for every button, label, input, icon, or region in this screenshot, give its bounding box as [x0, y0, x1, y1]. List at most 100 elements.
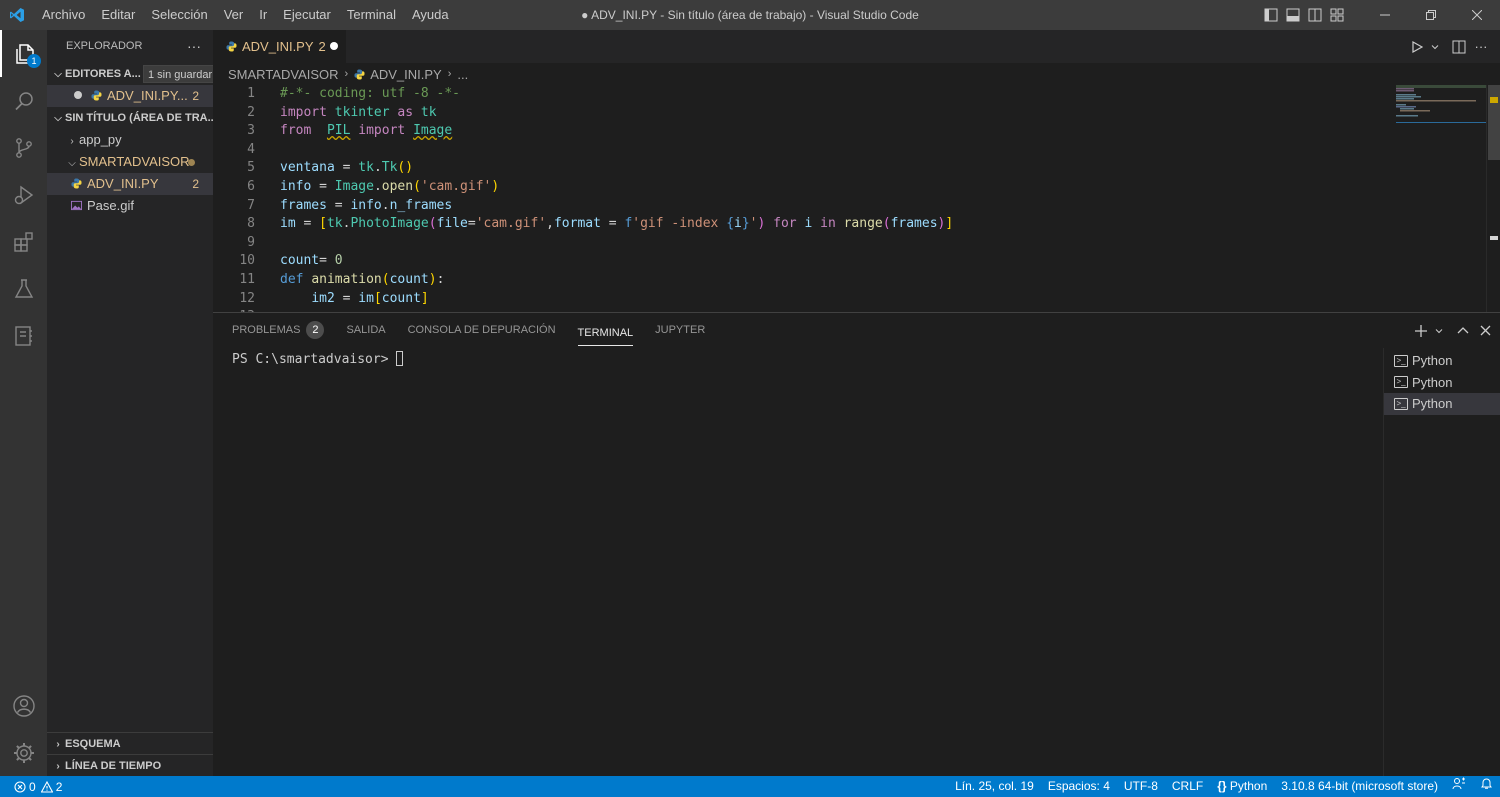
- run-python-button[interactable]: [1406, 30, 1428, 63]
- testing-button[interactable]: [0, 265, 47, 312]
- terminal-name: Python: [1412, 353, 1453, 368]
- cursor-position[interactable]: Lín. 25, col. 19: [948, 776, 1041, 797]
- search-icon: [14, 91, 33, 110]
- chevron-down-icon: ⌵: [54, 69, 62, 80]
- status-right: Lín. 25, col. 19 Espacios: 4 UTF-8 CRLF …: [948, 776, 1500, 797]
- close-window-button[interactable]: [1454, 0, 1500, 30]
- tab-debug-console[interactable]: CONSOLA DE DEPURACIÓN: [408, 313, 556, 348]
- split-editor-button[interactable]: [1448, 30, 1470, 63]
- open-editor-item[interactable]: ADV_INI.PY... 2: [47, 85, 213, 107]
- outline-section[interactable]: › ESQUEMA: [47, 732, 213, 755]
- explorer-sidebar: EXPLORADOR ··· ⌵ EDITORES A... 1 sin guar…: [47, 30, 213, 776]
- line-number: 10: [239, 253, 255, 269]
- maximize-panel-button[interactable]: [1452, 313, 1474, 348]
- breadcrumb-file[interactable]: ADV_INI.PY: [370, 67, 442, 82]
- tree-folder-smartadvaisor[interactable]: ⌵ SMARTADVAISOR: [47, 151, 213, 173]
- toggle-primary-sidebar-button[interactable]: [1260, 0, 1282, 30]
- menu-ejecutar[interactable]: Ejecutar: [275, 0, 339, 30]
- breadcrumb-symbol[interactable]: ...: [457, 67, 468, 82]
- timeline-section[interactable]: › LÍNEA DE TIEMPO: [47, 754, 213, 777]
- breadcrumb-folder[interactable]: SMARTADVAISOR: [228, 67, 339, 82]
- tab-problems-count: 2: [318, 39, 326, 54]
- minimize-icon: [1380, 14, 1390, 16]
- unsaved-dot-icon[interactable]: [330, 42, 338, 50]
- minimap[interactable]: [1396, 85, 1486, 312]
- new-terminal-button[interactable]: [1410, 313, 1432, 348]
- tree-folder-app-py[interactable]: › app_py: [47, 129, 213, 151]
- menu-terminal[interactable]: Terminal: [339, 0, 404, 30]
- feedback-button[interactable]: [1445, 776, 1473, 797]
- workspace-section[interactable]: ⌵ SIN TÍTULO (ÁREA DE TRA...: [47, 107, 213, 129]
- open-editors-section[interactable]: ⌵ EDITORES A... 1 sin guardar: [47, 63, 213, 85]
- menu-ver[interactable]: Ver: [216, 0, 252, 30]
- tree-file-pase-gif[interactable]: Pase.gif: [47, 195, 213, 217]
- tab-jupyter[interactable]: JUPYTER: [655, 313, 705, 348]
- search-button[interactable]: [0, 77, 47, 124]
- terminal-instance[interactable]: >_ Python: [1384, 372, 1500, 394]
- python-interpreter[interactable]: 3.10.8 64-bit (microsoft store): [1274, 776, 1445, 797]
- terminal-output[interactable]: PS C:\smartadvaisor>: [232, 351, 404, 367]
- manage-button[interactable]: [0, 729, 47, 776]
- encoding[interactable]: UTF-8: [1117, 776, 1165, 797]
- more-actions-button[interactable]: ···: [1470, 30, 1492, 63]
- line-number: 3: [247, 123, 255, 139]
- minimize-button[interactable]: [1362, 0, 1408, 30]
- terminal-profiles-button[interactable]: [1432, 313, 1446, 348]
- close-panel-button[interactable]: [1474, 313, 1496, 348]
- terminal-name: Python: [1412, 396, 1453, 411]
- code-line: 10 count= 0: [213, 252, 1500, 271]
- split-layout-icon: [1308, 8, 1322, 22]
- chevron-up-icon: [1457, 326, 1469, 333]
- outline-label: ESQUEMA: [65, 738, 121, 750]
- notifications-button[interactable]: [1473, 776, 1500, 797]
- terminal-icon: >_: [1394, 376, 1408, 389]
- problems-status[interactable]: 0 2: [0, 780, 62, 794]
- customize-layout-button[interactable]: [1326, 0, 1348, 30]
- terminal-instance[interactable]: >_ Python: [1384, 350, 1500, 372]
- code-line: 2 import tkinter as tk: [213, 104, 1500, 123]
- language-mode[interactable]: {} Python: [1210, 776, 1274, 797]
- terminal-icon: >_: [1394, 397, 1408, 410]
- more-actions-icon[interactable]: ···: [187, 30, 201, 63]
- explorer-button[interactable]: 1: [0, 30, 47, 77]
- source-control-button[interactable]: [0, 124, 47, 171]
- code-line: 4: [213, 141, 1500, 160]
- extensions-button[interactable]: [0, 218, 47, 265]
- line-number: 6: [247, 178, 255, 194]
- error-icon: [14, 780, 26, 793]
- unsaved-dot-icon[interactable]: [74, 91, 82, 99]
- tab-adv-ini[interactable]: ADV_INI.PY 2: [213, 30, 346, 63]
- accounts-button[interactable]: [0, 682, 47, 729]
- image-file-icon: [71, 200, 82, 211]
- braces-icon: {}: [1217, 779, 1227, 793]
- tab-terminal[interactable]: TERMINAL: [577, 316, 634, 346]
- indentation[interactable]: Espacios: 4: [1041, 776, 1117, 797]
- editor-scrollbar[interactable]: [1486, 85, 1500, 312]
- menu-archivo[interactable]: Archivo: [34, 0, 93, 30]
- tab-output[interactable]: SALIDA: [346, 313, 385, 348]
- window-controls: [1260, 0, 1500, 30]
- tab-problems[interactable]: PROBLEMAS 2: [232, 313, 325, 348]
- extensions-icon: [13, 231, 33, 252]
- modified-dot-icon: [188, 159, 195, 166]
- toggle-panel-button[interactable]: [1282, 0, 1304, 30]
- code-editor[interactable]: 1 #-*- coding: utf -8 -*- 2 import tkinter…: [213, 85, 1500, 312]
- notebook-icon: [14, 325, 32, 346]
- chevron-right-icon: ›: [70, 136, 74, 147]
- menu-ir[interactable]: Ir: [251, 0, 275, 30]
- jupyter-button[interactable]: [0, 312, 47, 359]
- menu-seleccion[interactable]: Selección: [143, 0, 215, 30]
- menu-ayuda[interactable]: Ayuda: [404, 0, 457, 30]
- terminal-icon: >_: [1394, 354, 1408, 367]
- menu-editar[interactable]: Editar: [93, 0, 143, 30]
- tree-file-adv-ini[interactable]: ADV_INI.PY 2: [47, 173, 213, 195]
- end-of-line[interactable]: CRLF: [1165, 776, 1210, 797]
- terminal-instance[interactable]: >_ Python: [1384, 393, 1500, 415]
- restore-button[interactable]: [1408, 0, 1454, 30]
- run-options-button[interactable]: [1428, 30, 1442, 63]
- toggle-secondary-sidebar-button[interactable]: [1304, 0, 1326, 30]
- code-line: 7 frames = info.n_frames: [213, 197, 1500, 216]
- unsaved-count-badge: 1 sin guardar: [143, 65, 213, 83]
- terminal-cursor: [396, 351, 404, 366]
- run-debug-button[interactable]: [0, 171, 47, 218]
